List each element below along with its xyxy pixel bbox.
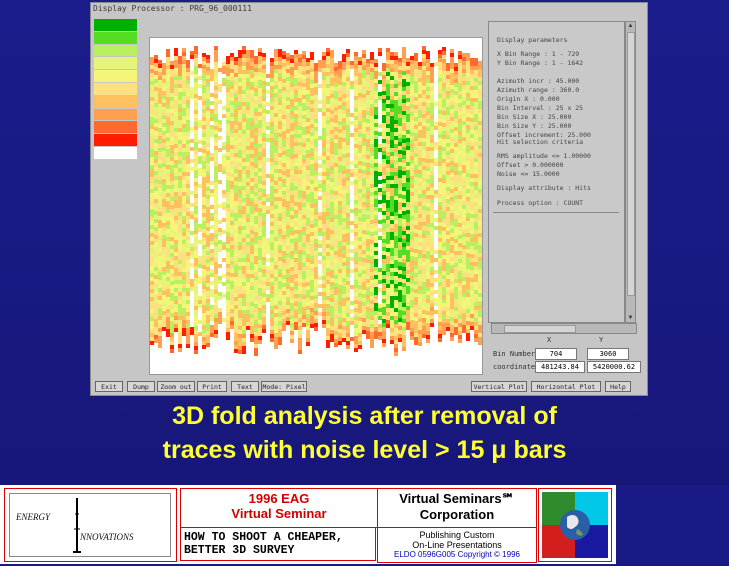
coord-x-field[interactable]: 481243.84 bbox=[535, 361, 585, 373]
publishing-box: Publishing Custom On-Line Presentations … bbox=[377, 527, 537, 563]
eag-line-2: Virtual Seminar bbox=[181, 506, 377, 521]
text-button[interactable]: Text bbox=[231, 381, 259, 392]
seminar-title-box: HOW TO SHOOT A CHEAPER, BETTER 3D SURVEY bbox=[180, 527, 376, 561]
logo-frame: ENERGY NNOVATIONS bbox=[9, 493, 171, 557]
panel-line-7: Bin Size X : 25.000 bbox=[497, 113, 571, 121]
selection-line-0: RMS amplitude <= 1.00000 bbox=[497, 152, 591, 160]
fold-map-plot[interactable] bbox=[149, 37, 483, 375]
panel-line-8: Bin Size Y : 25.000 bbox=[497, 122, 571, 130]
y-column-label: Y bbox=[599, 336, 603, 344]
legend-swatch-2 bbox=[94, 45, 137, 58]
coordinates-label: coordinates bbox=[493, 363, 539, 371]
panel-divider bbox=[493, 212, 619, 213]
parameters-panel: Display parameters X Bin Range : 1 - 729… bbox=[488, 21, 625, 323]
dump-button[interactable]: Dump bbox=[127, 381, 155, 392]
bin-x-field[interactable]: 704 bbox=[535, 348, 577, 360]
horizontal-plot-button[interactable]: Horizontal Plot bbox=[531, 381, 601, 392]
legend-swatch-4 bbox=[94, 70, 137, 83]
publishing-line-2: On-Line Presentations bbox=[378, 540, 536, 550]
legend-swatch-9 bbox=[94, 134, 137, 147]
x-column-label: X bbox=[547, 336, 551, 344]
panel-line-4: Azimuth range : 360.0 bbox=[497, 86, 579, 94]
panel-heading: Display parameters bbox=[497, 36, 567, 44]
copyright-line: ELDO 0596G005 Copyright © 1996 bbox=[378, 550, 536, 559]
panel-line-5: Origin X : 0.000 bbox=[497, 95, 560, 103]
coord-y-field[interactable]: 5420000.62 bbox=[587, 361, 641, 373]
selection-line-1: Offset > 0.000000 bbox=[497, 161, 564, 169]
panel-vertical-scrollbar[interactable]: ▲ ▼ bbox=[625, 21, 636, 323]
app-window: Display Processor : PRG_96_000111 Displa… bbox=[90, 2, 648, 396]
legend-swatch-7 bbox=[94, 109, 137, 122]
seminar-title-line-2: BETTER 3D SURVEY bbox=[184, 544, 375, 557]
bin-number-label: Bin Number bbox=[493, 350, 535, 358]
caption-line-2: traces with noise level > 15 μ bars bbox=[0, 436, 729, 465]
legend-swatch-8 bbox=[94, 121, 137, 134]
vs-line-1: Virtual Seminars℠ bbox=[378, 491, 536, 507]
eag-seminar-box: 1996 EAG Virtual Seminar bbox=[180, 488, 378, 528]
scroll-down-icon[interactable]: ▼ bbox=[626, 314, 635, 322]
legend-swatch-6 bbox=[94, 96, 137, 109]
print-button[interactable]: Print bbox=[197, 381, 227, 392]
energy-innovations-logo: ENERGY NNOVATIONS bbox=[4, 488, 177, 562]
legend-swatch-0 bbox=[94, 19, 137, 32]
window-title: Display Processor : PRG_96_000111 bbox=[93, 4, 443, 16]
zoom-out-button[interactable]: Zoom out bbox=[157, 381, 195, 392]
selection-heading: Hit selection criteria bbox=[497, 138, 583, 146]
help-button[interactable]: Help bbox=[605, 381, 631, 392]
scroll-up-icon[interactable]: ▲ bbox=[626, 22, 635, 30]
legend-swatch-1 bbox=[94, 32, 137, 45]
panel-horizontal-scrollbar[interactable] bbox=[491, 323, 637, 334]
vs-line-2: Corporation bbox=[378, 507, 536, 522]
panel-line-3: Azimuth incr : 45.000 bbox=[497, 77, 579, 85]
hscroll-thumb[interactable] bbox=[504, 325, 576, 333]
legend-swatch-5 bbox=[94, 83, 137, 96]
logo-text-energy: ENERGY bbox=[16, 512, 50, 522]
virtual-seminars-box: Virtual Seminars℠ Corporation bbox=[377, 488, 537, 528]
exit-button[interactable]: Exit bbox=[95, 381, 123, 392]
color-legend bbox=[94, 19, 137, 160]
globe-logo bbox=[538, 488, 612, 562]
fold-map-canvas[interactable] bbox=[150, 38, 482, 374]
fold-cells bbox=[150, 46, 482, 356]
process-option: Process option : COUNT bbox=[497, 199, 583, 207]
footer-right-fill bbox=[616, 485, 729, 564]
seminar-title-line-1: HOW TO SHOOT A CHEAPER, bbox=[184, 531, 375, 544]
mode-button[interactable]: Mode: Pixel bbox=[261, 381, 307, 392]
caption-line-1: 3D fold analysis after removal of bbox=[0, 402, 729, 431]
publishing-line-1: Publishing Custom bbox=[378, 530, 536, 540]
vertical-plot-button[interactable]: Vertical Plot bbox=[471, 381, 527, 392]
eag-line-1: 1996 EAG bbox=[181, 491, 377, 506]
legend-swatch-3 bbox=[94, 57, 137, 70]
scroll-thumb[interactable] bbox=[627, 32, 635, 296]
derrick-icon bbox=[62, 494, 92, 556]
panel-line-1: Y Bin Range : 1 - 1642 bbox=[497, 59, 583, 67]
panel-line-0: X Bin Range : 1 - 729 bbox=[497, 50, 579, 58]
panel-line-6: Bin Interval : 25 x 25 bbox=[497, 104, 583, 112]
globe-icon bbox=[539, 489, 611, 561]
selection-line-2: Noise <= 15.0000 bbox=[497, 170, 560, 178]
bin-y-field[interactable]: 3060 bbox=[587, 348, 629, 360]
legend-swatch-10 bbox=[94, 147, 137, 160]
display-attribute: Display attribute : Hits bbox=[497, 184, 591, 192]
